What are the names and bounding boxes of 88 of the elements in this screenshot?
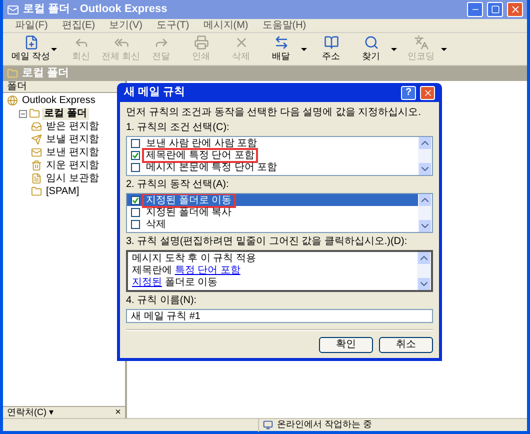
dialog-button[interactable]: 확인 xyxy=(319,337,373,353)
scroll-down-icon[interactable] xyxy=(419,220,431,232)
scroll-up-icon[interactable] xyxy=(418,252,430,264)
maximize-icon xyxy=(490,5,500,14)
checkbox[interactable] xyxy=(131,150,140,160)
scrollbar[interactable] xyxy=(418,194,432,232)
printer-icon xyxy=(194,34,208,50)
folder-item[interactable]: 임시 보관함 xyxy=(44,172,101,184)
folder-item[interactable]: [SPAM] xyxy=(44,186,82,198)
folder-item[interactable]: 보낸 편지함 xyxy=(44,146,101,158)
rule-description-line: 지정된 폴더로 이동 xyxy=(132,277,219,289)
scrollbar[interactable] xyxy=(417,252,431,290)
pane-header: 폴더 xyxy=(3,81,125,93)
folder-title: 로컬 폴더 xyxy=(22,66,70,82)
checkmark-icon xyxy=(132,196,139,204)
minimize-button[interactable] xyxy=(467,2,483,17)
checkmark-icon xyxy=(132,152,139,158)
option-label: 지정된 폴더로 이동 xyxy=(144,194,234,206)
option-label: 제목란에 특정 단어 포함 xyxy=(144,150,256,160)
window-title: 로컬 폴더 - Outlook Express xyxy=(23,2,168,18)
option-label: 메시지 본문에 특정 단어 포함 xyxy=(145,162,278,172)
dropdown-arrow-icon[interactable] xyxy=(51,48,57,50)
menu-item[interactable]: 메시지(M) xyxy=(203,18,248,33)
checkbox[interactable] xyxy=(131,162,140,172)
value-link[interactable]: 지정된 xyxy=(132,277,162,288)
checkbox[interactable] xyxy=(131,196,140,204)
toolbar-button[interactable]: 찾기 xyxy=(351,34,391,64)
close-pane-button[interactable]: × xyxy=(115,408,121,418)
new-mail-icon xyxy=(24,34,38,50)
folder-item[interactable]: 보낼 편지함 xyxy=(44,134,101,146)
rule-option[interactable]: 삭제 xyxy=(127,218,418,230)
language-icon xyxy=(414,34,428,50)
contacts-menu[interactable]: 연락처(C) ▾ xyxy=(7,406,54,420)
folder-item[interactable]: 로컬 폴더 xyxy=(42,108,89,120)
close-icon xyxy=(510,4,520,15)
close-icon xyxy=(422,88,432,98)
computer-icon xyxy=(263,420,273,430)
checkbox[interactable] xyxy=(131,220,140,228)
value-link[interactable]: 특정 단어 포함 xyxy=(174,265,240,276)
toolbar-button[interactable]: 배달 xyxy=(261,34,301,64)
checkbox[interactable] xyxy=(131,208,140,216)
option-label: 삭제 xyxy=(145,218,167,230)
close-button[interactable] xyxy=(507,2,523,17)
section-label: 3. 규칙 설명(편집하려면 밑줄이 그어진 값을 클릭하십시오.)(D): xyxy=(126,236,408,248)
arrows-icon xyxy=(274,34,288,50)
help-button[interactable]: ? xyxy=(401,86,416,100)
rule-description-line: 메시지 도착 후 이 규칙 적용 xyxy=(132,253,257,265)
search-icon xyxy=(364,34,378,50)
toolbar-button[interactable]: 메일 작성 xyxy=(11,34,51,64)
app-icon xyxy=(7,4,19,16)
section-label: 1. 규칙의 조건 선택(C): xyxy=(126,122,230,134)
menu-item[interactable]: 도구(T) xyxy=(156,18,190,33)
scroll-up-icon[interactable] xyxy=(419,194,431,206)
rule-option[interactable]: 제목란에 특정 단어 포함 xyxy=(127,149,418,161)
folder-item[interactable]: 지운 편지함 xyxy=(44,160,101,172)
dropdown-arrow-icon[interactable] xyxy=(301,48,307,50)
status-text: 온라인에서 작업하는 중 xyxy=(277,418,372,432)
menu-item[interactable]: 편집(E) xyxy=(62,18,96,33)
rule-option[interactable]: 지정된 폴더로 이동 xyxy=(127,194,418,206)
checkbox[interactable] xyxy=(131,138,140,148)
rule-option[interactable]: 메시지 본문에 특정 단어 포함 xyxy=(127,161,418,173)
rule-option[interactable]: 지정된 폴더에 복사 xyxy=(127,206,418,218)
folder-item[interactable]: Outlook Express xyxy=(20,94,98,106)
menu-item[interactable]: 도움말(H) xyxy=(262,18,306,33)
dialog-title: 새 메일 규칙 xyxy=(124,85,186,100)
dialog-button[interactable]: 취소 xyxy=(379,337,433,353)
scroll-up-icon[interactable] xyxy=(419,137,431,149)
dropdown-arrow-icon[interactable] xyxy=(391,48,397,50)
menu-item[interactable]: 보기(V) xyxy=(109,18,142,33)
option-label: 보낸 사람 란에 사람 포함 xyxy=(145,138,258,148)
scrollbar[interactable] xyxy=(418,137,432,175)
scroll-down-icon[interactable] xyxy=(419,163,431,175)
rule-option[interactable]: 보낸 사람 란에 사람 포함 xyxy=(127,137,418,149)
folder-item[interactable]: 받은 편지함 xyxy=(44,120,101,132)
menu-item[interactable]: 파일(F) xyxy=(15,18,48,33)
book-icon xyxy=(324,34,338,50)
section-label: 4. 규칙 이름(N): xyxy=(126,295,198,307)
dialog-intro: 먼저 규칙의 조건과 동작을 선택한 다음 설명에 값을 지정하십시오. xyxy=(126,107,422,119)
section-label: 2. 규칙의 동작 선택(A): xyxy=(126,179,230,191)
toolbar-button[interactable]: 주소 xyxy=(311,34,351,64)
close-button[interactable] xyxy=(420,86,435,100)
collapse-toggle[interactable] xyxy=(19,110,27,118)
scroll-down-icon[interactable] xyxy=(418,278,430,290)
rule-description-line: 제목란에 특정 단어 포함 xyxy=(132,265,242,277)
option-label: 지정된 폴더에 복사 xyxy=(145,206,233,218)
rule-name-field[interactable]: 새 메일 규칙 #1 xyxy=(126,309,433,323)
minus-icon xyxy=(20,110,26,116)
maximize-button[interactable] xyxy=(487,2,503,17)
